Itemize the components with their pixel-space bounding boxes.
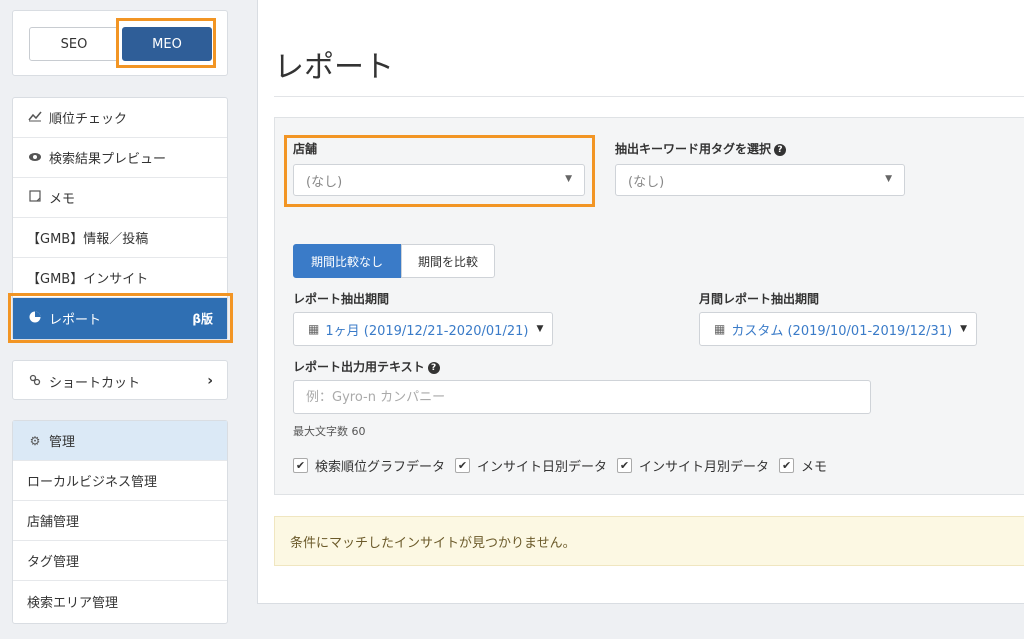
sidebar-item-gmb-info[interactable]: 【GMB】情報／投稿 (13, 218, 227, 258)
sidebar-item-search-area[interactable]: 検索エリア管理 (13, 581, 227, 621)
help-icon[interactable]: ? (427, 362, 440, 374)
monthly-period-label: 月間レポート抽出期間 (699, 292, 820, 306)
sidebar-item-admin[interactable]: ⚙ 管理 (13, 421, 227, 461)
tag-select[interactable]: (なし) ▼ (615, 164, 905, 196)
seo-toggle-button[interactable]: SEO (29, 27, 119, 61)
sidebar-item-label: タグ管理 (27, 555, 80, 570)
checkbox-memo[interactable]: ✔ メモ (779, 456, 827, 475)
no-results-alert: 条件にマッチしたインサイトが見つかりません。 (274, 516, 1024, 566)
mode-toggle-card: SEO MEO (12, 10, 228, 76)
sidebar-item-label: 店舗管理 (27, 515, 80, 530)
sidebar-item-search-preview[interactable]: 検索結果プレビュー (13, 138, 227, 178)
sidebar-item-label: 【GMB】インサイト (27, 272, 149, 287)
sidebar-item-label: ローカルビジネス管理 (27, 475, 158, 490)
max-chars-hint: 最大文字数 60 (293, 425, 366, 438)
output-text-label: レポート出力用テキスト? (293, 358, 440, 375)
output-text-label-text: レポート出力用テキスト (293, 360, 425, 374)
sidebar-item-gmb-insight[interactable]: 【GMB】インサイト (13, 258, 227, 298)
sidebar-item-shortcut[interactable]: ショートカット › (13, 361, 227, 401)
store-select-value: (なし) (306, 174, 343, 190)
tag-label-text: 抽出キーワード用タグを選択 (615, 142, 772, 156)
sidebar-item-rank-check[interactable]: 順位チェック (13, 98, 227, 138)
data-checkboxes: ✔ 検索順位グラフデータ ✔ インサイト日別データ ✔ インサイト月別データ ✔… (293, 456, 837, 475)
sidebar-item-label: メモ (49, 192, 76, 207)
checkbox-label: インサイト日別データ (477, 460, 608, 475)
sidebar-item-label: レポート (49, 313, 102, 328)
gear-icon: ⚙ (29, 433, 41, 448)
calendar-icon: ▦ (714, 322, 726, 336)
report-period-value: 1ヶ月 (2019/12/21-2020/01/21) (325, 323, 529, 339)
checkbox-insight-daily[interactable]: ✔ インサイト日別データ (455, 456, 607, 475)
store-label: 店舗 (293, 142, 318, 156)
tag-select-value: (なし) (628, 174, 665, 190)
link-icon (27, 374, 43, 389)
sidebar-item-label: 管理 (49, 435, 76, 450)
line-chart-icon (27, 110, 43, 125)
checkbox-label: インサイト月別データ (639, 460, 770, 475)
pie-chart-icon (27, 311, 43, 326)
caret-down-icon: ▼ (536, 324, 544, 334)
compare-none-button[interactable]: 期間比較なし (293, 244, 401, 278)
help-icon[interactable]: ? (774, 144, 787, 156)
sidebar-item-label: 検索エリア管理 (27, 595, 119, 611)
meo-toggle-button[interactable]: MEO (122, 27, 212, 61)
caret-down-icon: ▼ (885, 174, 892, 184)
sidebar-item-tag-management[interactable]: タグ管理 (13, 541, 227, 581)
sidebar-item-label: 順位チェック (49, 112, 128, 127)
checkbox-label: 検索順位グラフデータ (315, 460, 446, 475)
sidebar-item-label: 【GMB】情報／投稿 (27, 232, 149, 247)
sidebar-item-label: 検索結果プレビュー (49, 152, 167, 167)
report-period-dropdown[interactable]: ▦ 1ヶ月 (2019/12/21-2020/01/21) ▼ (293, 312, 553, 346)
caret-down-icon: ▼ (565, 174, 572, 184)
beta-badge: β版 (192, 312, 213, 326)
chevron-right-icon: › (207, 373, 213, 389)
monthly-period-dropdown[interactable]: ▦ カスタム (2019/10/01-2019/12/31) ▼ (699, 312, 977, 346)
eye-icon (27, 151, 43, 165)
monthly-period-value: カスタム (2019/10/01-2019/12/31) (731, 323, 953, 339)
sidebar-item-memo[interactable]: メモ (13, 178, 227, 218)
memo-icon (27, 190, 43, 205)
store-select[interactable]: (なし) ▼ (293, 164, 585, 196)
checkbox-rank-graph[interactable]: ✔ 検索順位グラフデータ (293, 456, 445, 475)
sidebar-menu: 順位チェック 検索結果プレビュー メモ 【GMB】情報／投稿 【GMB】インサイ… (12, 97, 228, 340)
check-icon[interactable]: ✔ (779, 458, 795, 473)
check-icon[interactable]: ✔ (455, 458, 471, 473)
report-period-label: レポート抽出期間 (293, 292, 390, 306)
check-icon[interactable]: ✔ (293, 458, 308, 473)
sidebar-item-store-management[interactable]: 店舗管理 (13, 501, 227, 541)
admin-menu: ⚙ 管理 ローカルビジネス管理 店舗管理 タグ管理 検索エリア管理 (12, 420, 228, 624)
shortcut-card: ショートカット › (12, 360, 228, 400)
page-title: レポート (274, 50, 394, 85)
sidebar: SEO MEO 順位チェック 検索結果プレビュー メモ 【GMB】情報／投稿 【… (0, 0, 240, 639)
sidebar-item-label: ショートカット (49, 375, 141, 391)
sidebar-item-report[interactable]: レポート β版 (13, 298, 227, 339)
calendar-icon: ▦ (308, 322, 320, 336)
sidebar-item-local-business[interactable]: ローカルビジネス管理 (13, 461, 227, 501)
checkbox-label: メモ (801, 460, 828, 475)
compare-period-button[interactable]: 期間を比較 (401, 244, 495, 278)
output-text-input[interactable] (293, 380, 871, 414)
title-divider (274, 96, 1024, 97)
tag-label: 抽出キーワード用タグを選択? (615, 140, 787, 157)
caret-down-icon: ▼ (960, 324, 968, 334)
checkbox-insight-monthly[interactable]: ✔ インサイト月別データ (617, 456, 769, 475)
check-icon[interactable]: ✔ (617, 458, 633, 473)
